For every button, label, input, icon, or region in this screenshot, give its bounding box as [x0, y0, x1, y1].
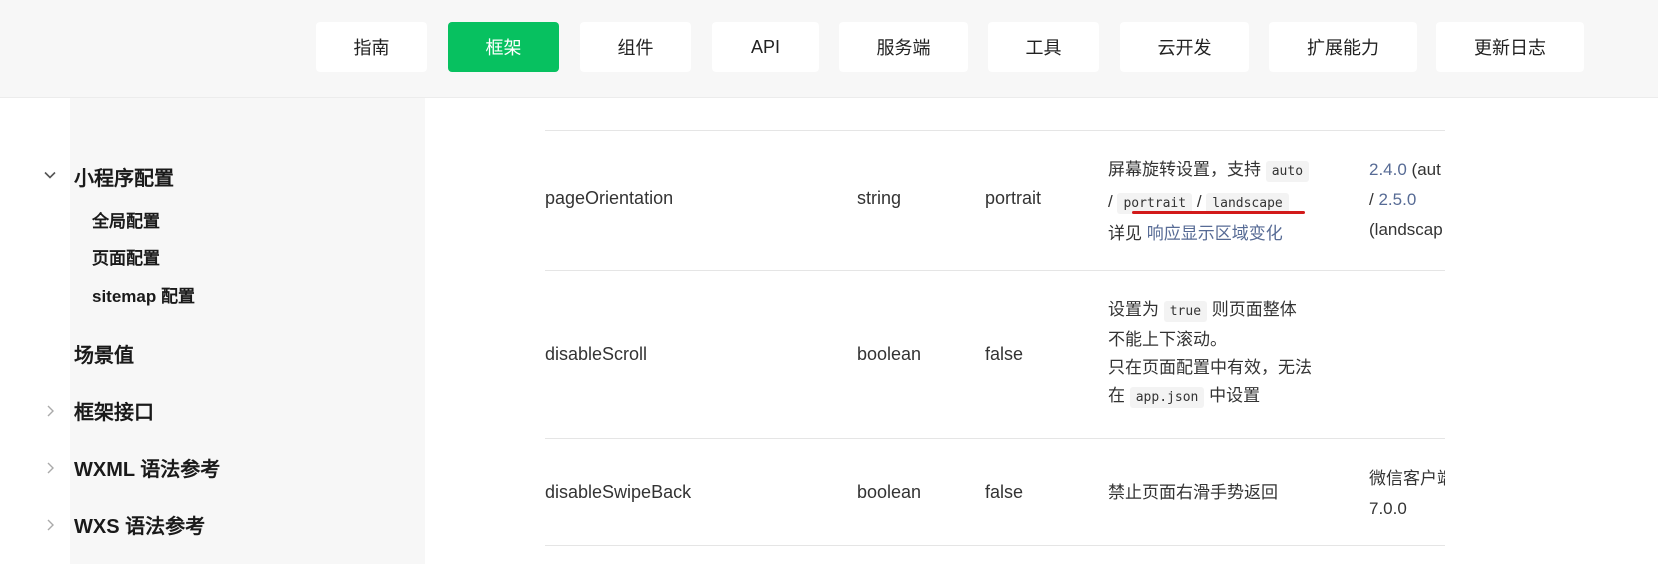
prop-default: false [985, 482, 1024, 502]
desc-text: 只在页面配置中有效，无法 [1108, 358, 1312, 377]
nav-components[interactable]: 组件 [580, 22, 691, 72]
prop-description: 屏幕旋转设置，支持 auto / portrait / landscape 详见… [1108, 155, 1310, 249]
sidebar-item-sitemap-config[interactable]: sitemap 配置 [92, 282, 195, 307]
sidebar-item-wxs-reference[interactable]: WXS 语法参考 [74, 510, 205, 539]
prop-name: disableSwipeBack [545, 482, 692, 502]
version-link[interactable]: 2.4.0 [1369, 160, 1407, 179]
slash: / [1196, 192, 1202, 211]
prop-description: 设置为 true 则页面整体 不能上下滚动。 只在页面配置中有效，无法 在 ap… [1108, 296, 1312, 412]
nav-framework[interactable]: 框架 [448, 22, 559, 72]
prop-default: false [985, 344, 1024, 364]
code-app-json: app.json [1129, 387, 1205, 408]
desc-text: 则页面整体 [1211, 300, 1297, 319]
version-note: 微信客户端 [1369, 469, 1445, 488]
nav-extensions[interactable]: 扩展能力 [1269, 22, 1417, 72]
sidebar-item-app-config[interactable]: 小程序配置 [74, 162, 174, 191]
row-divider [545, 545, 1445, 546]
sidebar-item-global-config[interactable]: 全局配置 [92, 207, 160, 232]
prop-type: boolean [857, 482, 922, 502]
prop-name: pageOrientation [545, 188, 674, 208]
link-display-area-change[interactable]: 响应显示区域变化 [1147, 224, 1283, 243]
version-note: 7.0.0 [1369, 499, 1407, 518]
desc-text: 在 [1108, 386, 1125, 405]
slash: / [1369, 190, 1374, 209]
annotation-underline [1132, 211, 1305, 214]
code-true: true [1163, 301, 1208, 322]
nav-cloud-dev[interactable]: 云开发 [1120, 22, 1249, 72]
nav-server[interactable]: 服务端 [839, 22, 968, 72]
prop-type: string [857, 188, 902, 208]
version-note: (landscap [1369, 220, 1443, 239]
row-divider [545, 438, 1445, 439]
desc-text: 中设置 [1209, 386, 1261, 405]
desc-text: 详见 [1108, 224, 1142, 243]
sidebar-item-scene-values[interactable]: 场景值 [74, 339, 134, 368]
top-navigation: 指南 框架 组件 API 服务端 工具 云开发 扩展能力 更新日志 [0, 0, 1658, 98]
chevron-right-icon[interactable] [43, 518, 57, 532]
chevron-right-icon[interactable] [43, 461, 57, 475]
prop-type: boolean [857, 344, 922, 364]
config-table: pageOrientation string portrait 屏幕旋转设置，支… [545, 98, 1445, 564]
chevron-right-icon[interactable] [43, 404, 57, 418]
row-divider [545, 130, 1445, 131]
prop-version: 微信客户端 7.0.0 [1369, 464, 1445, 524]
desc-text: 屏幕旋转设置，支持 [1108, 160, 1261, 179]
desc-text: 设置为 [1108, 300, 1159, 319]
chevron-down-icon[interactable] [43, 168, 57, 182]
nav-changelog[interactable]: 更新日志 [1436, 22, 1584, 72]
row-divider [545, 270, 1445, 271]
slash: / [1108, 192, 1113, 211]
desc-text: 不能上下滚动。 [1108, 330, 1227, 349]
prop-name: disableScroll [545, 344, 648, 364]
nav-guide[interactable]: 指南 [316, 22, 427, 72]
nav-api[interactable]: API [712, 22, 819, 72]
sidebar: 小程序配置 全局配置 页面配置 sitemap 配置 场景值 框架接口 WXML… [0, 98, 425, 564]
prop-default: portrait [985, 188, 1042, 208]
sidebar-item-page-config[interactable]: 页面配置 [92, 244, 160, 269]
sidebar-item-framework-api[interactable]: 框架接口 [74, 396, 154, 425]
prop-version: 2.4.0 (aut / 2.5.0 (landscap [1369, 155, 1443, 245]
version-note: (aut [1411, 160, 1441, 179]
code-auto: auto [1265, 161, 1310, 182]
version-link[interactable]: 2.5.0 [1378, 190, 1416, 209]
prop-description: 禁止页面右滑手势返回 [1108, 483, 1278, 502]
nav-tools[interactable]: 工具 [988, 22, 1099, 72]
sidebar-item-wxml-reference[interactable]: WXML 语法参考 [74, 453, 220, 482]
